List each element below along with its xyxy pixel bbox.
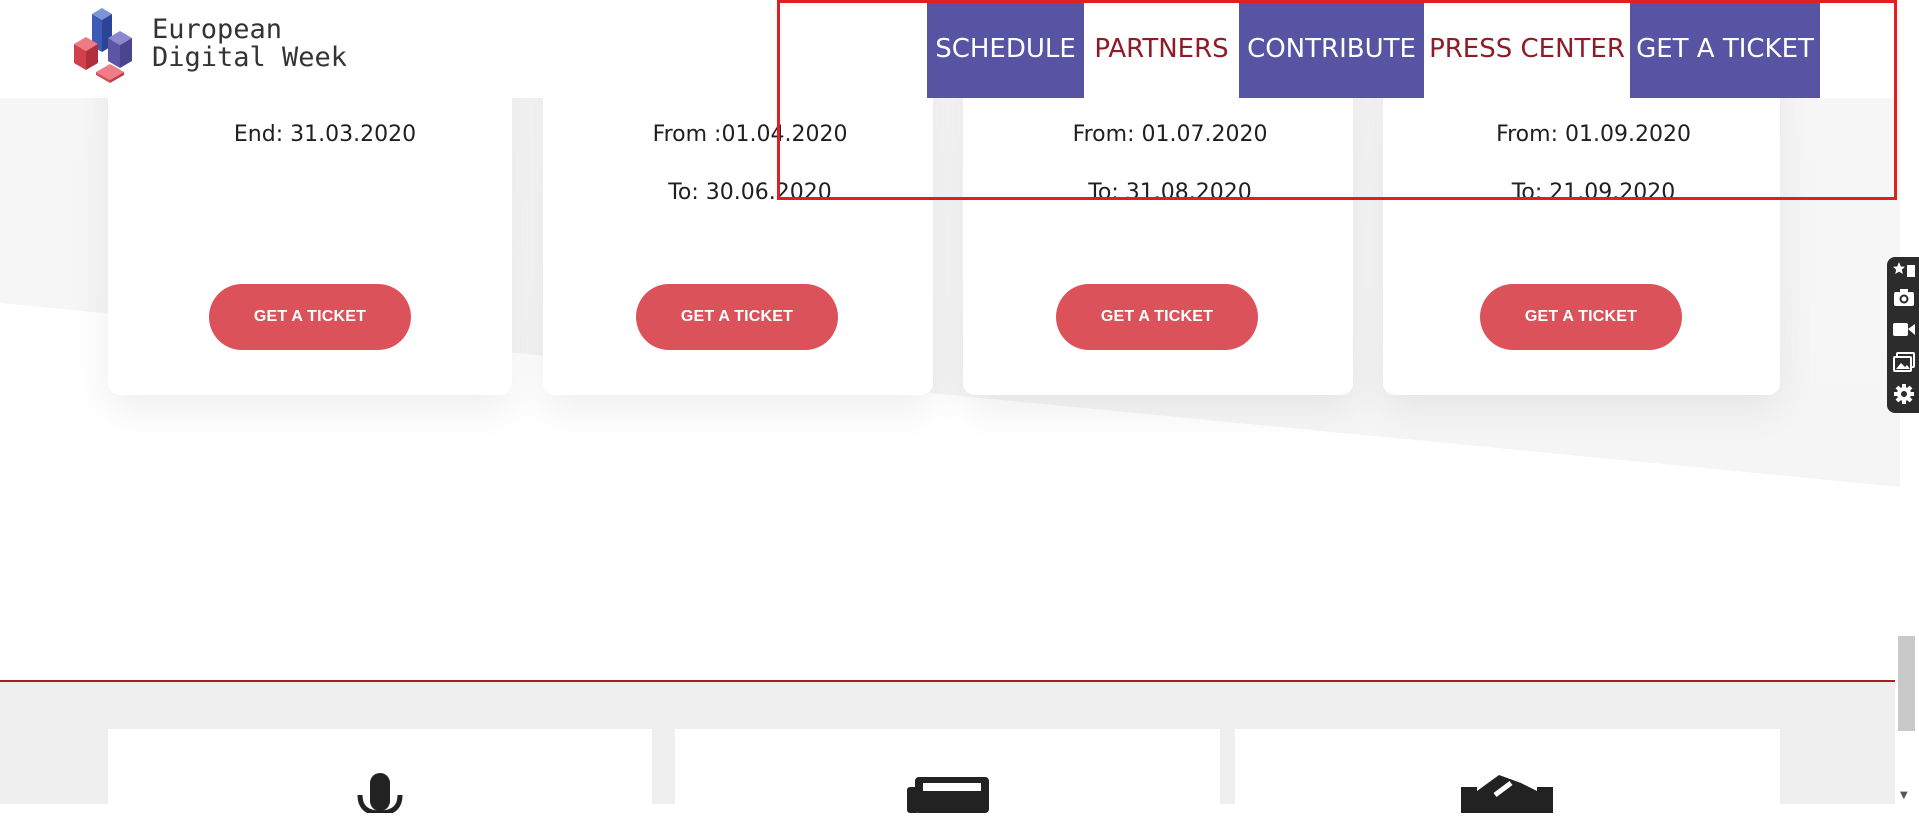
get-ticket-button[interactable]: GET A TICKET [209,284,411,350]
logo-wordmark[interactable]: European Digital Week [152,16,347,72]
logo-line-1: European [152,14,283,45]
gear-icon[interactable] [1893,383,1915,405]
get-ticket-button[interactable]: GET A TICKET [636,284,838,350]
video-icon[interactable] [1893,318,1915,340]
handshake-icon [1461,773,1553,817]
page-scrollbar-thumb[interactable] [1898,636,1915,731]
logo-cubes-icon[interactable] [72,8,144,88]
feature-card[interactable] [1235,729,1780,813]
microphone-icon [354,773,406,817]
floating-capture-toolbar [1887,257,1919,413]
logo-line-2: Digital Week [152,42,348,73]
feature-card[interactable] [675,729,1220,813]
feature-card[interactable] [108,729,652,816]
newspaper-icon [905,773,989,817]
gallery-icon[interactable] [1893,351,1915,373]
camera-icon[interactable] [1893,286,1915,308]
scroll-down-arrow-icon[interactable]: ▼ [1900,790,1908,801]
get-ticket-button[interactable]: GET A TICKET [1480,284,1682,350]
card-date-line: End: 31.03.2020 [233,122,417,147]
bookmark-star-icon[interactable] [1893,261,1915,283]
highlight-annotation-box [777,0,1897,200]
get-ticket-button[interactable]: GET A TICKET [1056,284,1258,350]
